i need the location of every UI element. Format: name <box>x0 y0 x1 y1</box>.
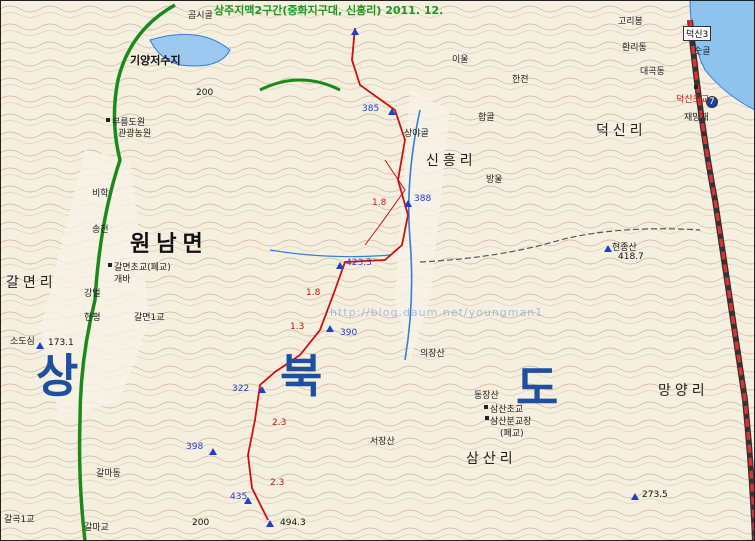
province-char: 상 <box>36 349 79 403</box>
place-label: (폐교) <box>500 429 524 439</box>
elevation-label: 423.3 <box>346 258 372 268</box>
place-label: 숫골 <box>694 47 711 57</box>
elevation-label: 418.7 <box>618 252 644 262</box>
distance-label: 1.8 <box>306 288 321 298</box>
elevation-label: 385 <box>362 104 380 114</box>
topographic-map[interactable]: 상주지맥2구간(중화지구대, 신흥리) 2011. 12. 곰시골 기양저수지 … <box>0 0 755 541</box>
province-char: 북 <box>280 349 323 403</box>
ri-label: 갈면리 <box>6 275 57 291</box>
elevation-label: 398 <box>186 442 204 452</box>
place-label: 갈곡1교 <box>4 515 35 525</box>
distance-label: 2.3 <box>272 418 287 428</box>
contour-elevation: 200 <box>196 88 214 98</box>
place-label: 개바 <box>114 275 131 285</box>
place-label: 관광농원 <box>118 129 152 139</box>
place-label: 갈마교 <box>84 523 109 533</box>
region-label: 원남면 <box>130 232 209 257</box>
elevation-label: 273.5 <box>642 490 668 500</box>
ri-label: 신흥리 <box>426 153 477 169</box>
ri-label: 망양리 <box>658 383 709 399</box>
place-label: 강벌 <box>84 289 101 299</box>
elevation-label: 435 <box>230 492 248 502</box>
place-label: 송천 <box>92 225 109 235</box>
contour-elevation: 200 <box>192 518 210 528</box>
place-label: 고리봉 <box>618 17 643 27</box>
place-label: 갈마동 <box>96 469 121 479</box>
summit-elevation: 494.3 <box>280 518 306 528</box>
place-label: 상야골 <box>404 129 429 139</box>
elevation-label: 390 <box>340 328 358 338</box>
place-label: 서장산 <box>370 437 395 447</box>
place-label: 덕신초교 <box>676 95 710 105</box>
reservoir-label: 기양저수지 <box>130 54 181 67</box>
place-label: 소도심 <box>10 337 35 347</box>
elevation-label: 388 <box>414 194 432 204</box>
watermark: http://blog.daum.net/youngman1 <box>330 306 544 319</box>
place-label: 곰시골 <box>188 11 213 21</box>
ri-label: 덕신리 <box>596 123 647 139</box>
place-label: 현평 <box>84 313 101 323</box>
road-sign: 덕신3 <box>683 26 712 41</box>
place-label: 비학 <box>92 189 109 199</box>
elevation-label: 322 <box>232 384 250 394</box>
route-shield: 7 <box>706 96 718 108</box>
place-label: 방울 <box>486 175 503 185</box>
distance-label: 1.8 <box>372 198 387 208</box>
place-label: 환리동 <box>622 43 647 53</box>
place-label: 이울 <box>452 55 469 65</box>
map-title: 상주지맥2구간(중화지구대, 신흥리) 2011. 12. <box>214 4 444 17</box>
place-label: 의장산 <box>420 349 445 359</box>
place-label: 갈면1교 <box>134 313 165 323</box>
ri-label: 삼산리 <box>466 451 517 467</box>
distance-label: 1.3 <box>290 322 305 332</box>
place-label: 재망재 <box>684 113 709 123</box>
place-label: 함골 <box>478 113 495 123</box>
place-label: 대곡동 <box>640 67 665 77</box>
distance-label: 2.3 <box>270 478 285 488</box>
place-label: 동장산 <box>474 391 499 401</box>
place-label: 한전 <box>512 75 529 85</box>
